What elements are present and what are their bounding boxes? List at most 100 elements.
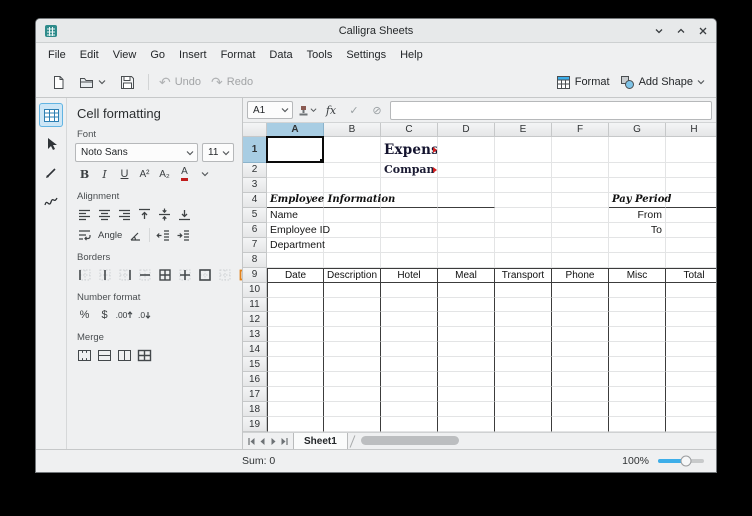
border-horizontal-button[interactable] xyxy=(135,266,154,284)
row-header-14[interactable]: 14 xyxy=(243,342,267,357)
cell-D17[interactable] xyxy=(438,387,495,402)
merge-vertical-button[interactable] xyxy=(115,346,134,364)
selection-tool-button[interactable] xyxy=(39,132,63,156)
cell-H2[interactable] xyxy=(666,163,716,178)
row-header-18[interactable]: 18 xyxy=(243,402,267,417)
cell-H16[interactable] xyxy=(666,372,716,387)
grid-corner[interactable] xyxy=(243,123,267,137)
cell-G13[interactable] xyxy=(609,327,666,342)
line-tool-button[interactable] xyxy=(39,161,63,185)
cell-C7[interactable] xyxy=(381,238,438,253)
cell-F12[interactable] xyxy=(552,312,609,327)
border-vertical-button[interactable] xyxy=(95,266,114,284)
cell-G10[interactable] xyxy=(609,283,666,298)
cell-C15[interactable] xyxy=(381,357,438,372)
menu-item-view[interactable]: View xyxy=(106,46,144,64)
cell-G6[interactable]: To xyxy=(609,223,666,238)
border-right-button[interactable] xyxy=(115,266,134,284)
cell-H3[interactable] xyxy=(666,178,716,193)
font-size-select[interactable]: 11 xyxy=(202,143,234,162)
row-header-4[interactable]: 4 xyxy=(243,193,267,208)
cell-D9[interactable]: Meal xyxy=(438,268,495,283)
cell-H10[interactable] xyxy=(666,283,716,298)
menu-item-go[interactable]: Go xyxy=(143,46,172,64)
row-header-3[interactable]: 3 xyxy=(243,178,267,193)
last-sheet-button[interactable] xyxy=(279,435,290,447)
cell-G7[interactable] xyxy=(609,238,666,253)
menu-item-file[interactable]: File xyxy=(41,46,73,64)
cell-A14[interactable] xyxy=(267,342,324,357)
cell-D6[interactable] xyxy=(438,223,495,238)
cell-A16[interactable] xyxy=(267,372,324,387)
cell-D19[interactable] xyxy=(438,417,495,432)
cell-E2[interactable] xyxy=(495,163,552,178)
cell-D4[interactable] xyxy=(438,193,495,208)
underline-button[interactable]: U xyxy=(115,165,134,183)
merge-cells-button[interactable] xyxy=(75,346,94,364)
cell-D8[interactable] xyxy=(438,253,495,268)
cell-B11[interactable] xyxy=(324,298,381,313)
cell-G15[interactable] xyxy=(609,357,666,372)
open-document-button[interactable] xyxy=(75,71,110,93)
save-button[interactable] xyxy=(112,71,142,93)
cell-E18[interactable] xyxy=(495,402,552,417)
cell-F14[interactable] xyxy=(552,342,609,357)
column-header-D[interactable]: D xyxy=(438,123,495,137)
add-shape-button[interactable]: Add Shape xyxy=(616,71,709,93)
column-header-A[interactable]: A xyxy=(267,123,324,137)
row-header-12[interactable]: 12 xyxy=(243,312,267,327)
cell-G19[interactable] xyxy=(609,417,666,432)
cell-H7[interactable] xyxy=(666,238,716,253)
cell-G2[interactable] xyxy=(609,163,666,178)
cell-B14[interactable] xyxy=(324,342,381,357)
cell-B18[interactable] xyxy=(324,402,381,417)
cell-E8[interactable] xyxy=(495,253,552,268)
cell-D11[interactable] xyxy=(438,298,495,313)
cell-A12[interactable] xyxy=(267,312,324,327)
cell-D7[interactable] xyxy=(438,238,495,253)
cell-E12[interactable] xyxy=(495,312,552,327)
column-header-B[interactable]: B xyxy=(324,123,381,137)
cell-B6[interactable] xyxy=(324,223,381,238)
menu-item-format[interactable]: Format xyxy=(214,46,263,64)
horizontal-scrollbar[interactable] xyxy=(357,433,714,449)
menu-item-tools[interactable]: Tools xyxy=(300,46,340,64)
cell-C3[interactable] xyxy=(381,178,438,193)
formula-input[interactable] xyxy=(390,101,712,120)
cell-E19[interactable] xyxy=(495,417,552,432)
cell-C12[interactable] xyxy=(381,312,438,327)
row-header-15[interactable]: 15 xyxy=(243,357,267,372)
cell-E10[interactable] xyxy=(495,283,552,298)
cell-F8[interactable] xyxy=(552,253,609,268)
border-outline-button[interactable] xyxy=(195,266,214,284)
row-header-13[interactable]: 13 xyxy=(243,327,267,342)
valign-top-button[interactable] xyxy=(135,205,154,223)
minimize-icon[interactable] xyxy=(653,25,664,36)
cell-H1[interactable] xyxy=(666,137,716,163)
bold-button[interactable]: B xyxy=(75,165,94,183)
cell-F1[interactable] xyxy=(552,137,609,163)
cell-reference-combo[interactable]: A1 xyxy=(247,101,293,119)
cancel-button[interactable]: ⊘ xyxy=(367,101,387,119)
align-right-button[interactable] xyxy=(115,205,134,223)
cell-F7[interactable] xyxy=(552,238,609,253)
cell-F15[interactable] xyxy=(552,357,609,372)
font-more-dropdown[interactable] xyxy=(195,165,214,183)
cell-D5[interactable] xyxy=(438,208,495,223)
horizontal-scrollbar-thumb[interactable] xyxy=(361,436,459,445)
border-inner-button[interactable] xyxy=(175,266,194,284)
menu-item-insert[interactable]: Insert xyxy=(172,46,214,64)
cell-G8[interactable] xyxy=(609,253,666,268)
cell-H18[interactable] xyxy=(666,402,716,417)
freehand-tool-button[interactable] xyxy=(39,190,63,214)
font-color-button[interactable]: A xyxy=(175,165,194,183)
maximize-icon[interactable] xyxy=(675,25,686,36)
cell-H12[interactable] xyxy=(666,312,716,327)
cell-C14[interactable] xyxy=(381,342,438,357)
sheet-tab-sheet1[interactable]: Sheet1 xyxy=(293,433,348,449)
row-header-7[interactable]: 7 xyxy=(243,238,267,253)
redo-button[interactable]: ↷ Redo xyxy=(207,71,257,93)
border-color-button[interactable] xyxy=(235,266,243,284)
cell-D3[interactable] xyxy=(438,178,495,193)
menu-item-edit[interactable]: Edit xyxy=(73,46,106,64)
